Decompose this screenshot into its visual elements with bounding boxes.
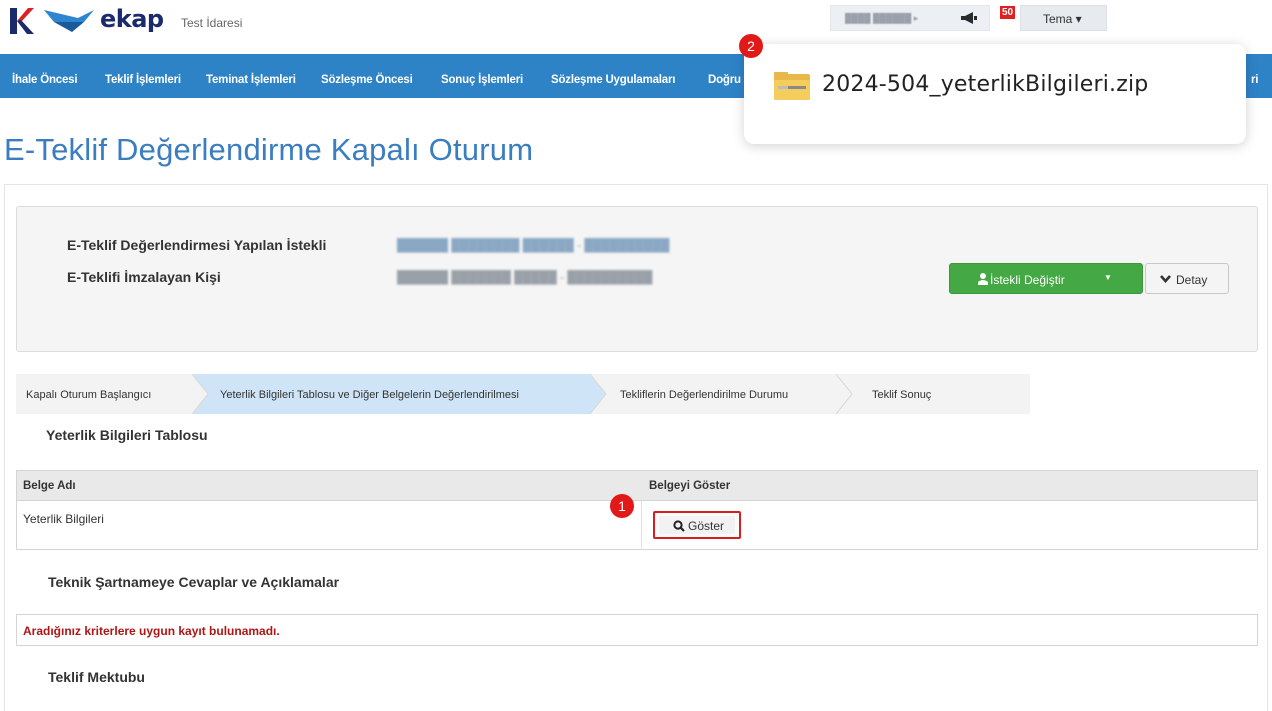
annotation-marker-2: 2 [739,34,763,58]
imzalayan-value-blurred: ██████ ███████ █████ - ██████████ [397,270,653,284]
page-title: E-Teklif Değerlendirme Kapalı Oturum [4,132,534,167]
yeterlik-table: Belge Adı Belgeyi Göster Yeterlik Bilgil… [16,470,1258,550]
brand-logo-text: ekap [100,5,164,33]
yeterlik-section-title: Yeterlik Bilgileri Tablosu [46,427,208,443]
nav-sozlesme-uygulamalari[interactable]: Sözleşme Uygulamaları [551,74,675,86]
downloaded-filename[interactable]: 2024-504_yeterlikBilgileri.zip [822,72,1148,97]
col-belge-adi: Belge Adı [23,480,76,492]
istekli-value-blurred: ██████ ████████ ██████ - ██████████ [397,238,670,252]
goster-button[interactable]: Göster [653,511,741,539]
nav-item-truncated[interactable]: ri [1251,74,1258,86]
nav-sonuc-islemleri[interactable]: Sonuç İşlemleri [441,74,523,86]
search-icon [673,520,685,532]
teknik-section-title: Teknik Şartnameye Cevaplar ve Açıklamala… [48,574,340,590]
step-tekliflerin-degerlendirilme[interactable]: Tekliflerin Değerlendirilme Durumu [606,374,836,414]
chevron-down-icon [1160,275,1171,283]
download-popup[interactable]: 2024-504_yeterlikBilgileri.zip [744,44,1246,144]
ekap-k-logo-icon [10,8,34,34]
ekap-bird-logo-icon [44,10,94,32]
nav-sozlesme-oncesi[interactable]: Sözleşme Öncesi [321,74,413,86]
detay-label: Detay [1176,273,1208,287]
detay-button[interactable]: Detay [1145,263,1229,294]
annotation-marker-1: 1 [610,494,634,518]
step-kapali-oturum-baslangici[interactable]: Kapalı Oturum Başlangıcı [16,374,192,414]
nav-teklif-islemleri[interactable]: Teklif İşlemleri [105,74,181,86]
teklif-mektubu-title: Teklif Mektubu [48,669,145,685]
column-divider [641,501,642,550]
step-yeterlik-bilgileri-active[interactable]: Yeterlik Bilgileri Tablosu ve Diğer Belg… [208,374,590,414]
user-name-blurred: ████ ██████ ▸ [845,13,919,23]
goster-label: Göster [688,519,725,533]
istekli-degistir-button[interactable]: İstekli Değiştir ▼ [949,263,1143,294]
nav-ihale-oncesi[interactable]: İhale Öncesi [12,74,78,86]
step-teklif-sonuc[interactable]: Teklif Sonuç [852,374,1030,414]
no-record-alert: Aradığınız kriterlere uygun kayıt buluna… [16,614,1258,646]
istekli-label: E-Teklif Değerlendirmesi Yapılan İstekli [67,237,327,253]
row-belge-name: Yeterlik Bilgileri [23,512,104,526]
caret-down-icon[interactable]: ▼ [1104,273,1112,282]
no-record-text: Aradığınız kriterlere uygun kayıt buluna… [23,624,280,638]
col-belgeyi-goster: Belgeyi Göster [649,480,731,492]
nav-dogru[interactable]: Doğru [708,74,741,86]
user-menu[interactable]: ████ ██████ ▸ [830,5,990,31]
organization-name: Test İdaresi [181,16,243,30]
imzalayan-label: E-Teklifi İmzalayan Kişi [67,269,221,285]
table-header-row: Belge Adı Belgeyi Göster [17,471,1257,501]
megaphone-icon[interactable] [961,12,977,24]
user-icon [978,273,988,285]
istekli-info-panel: E-Teklif Değerlendirmesi Yapılan İstekli… [16,206,1258,352]
istekli-degistir-label: İstekli Değiştir [990,273,1065,287]
theme-dropdown[interactable]: Tema ▾ [1020,5,1107,31]
notification-badge[interactable]: 50 [1000,6,1016,19]
zip-file-icon [774,72,810,100]
nav-teminat-islemleri[interactable]: Teminat İşlemleri [206,74,296,86]
